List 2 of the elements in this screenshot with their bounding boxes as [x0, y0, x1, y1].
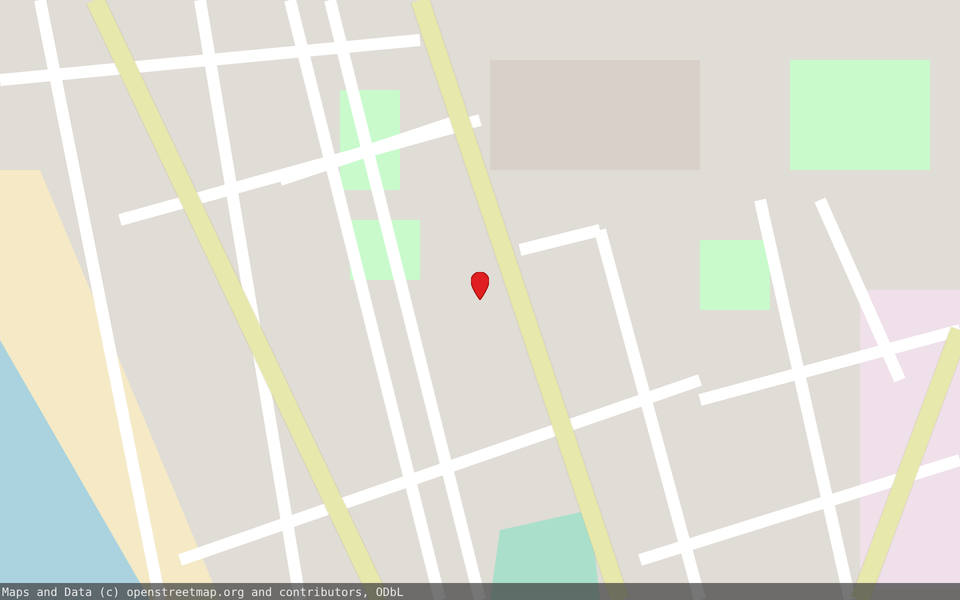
attribution-text: Maps and Data (c) openstreetmap.org and contributors, ODbL [2, 584, 404, 598]
location-pin-icon[interactable] [471, 272, 489, 300]
